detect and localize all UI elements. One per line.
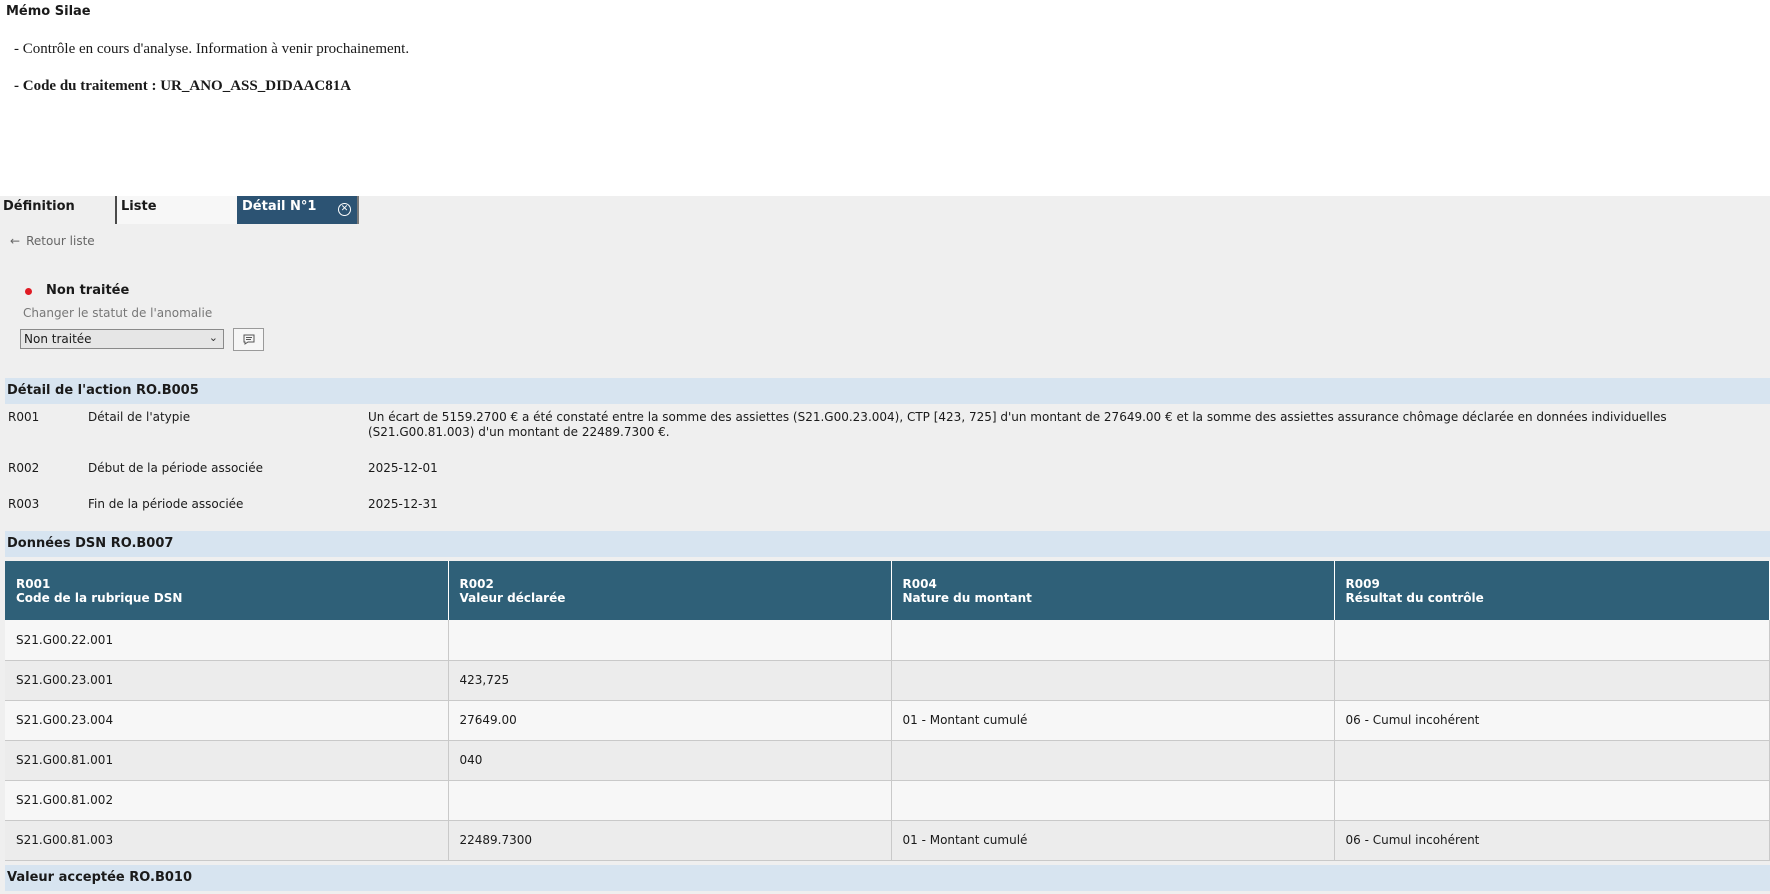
- action-row-value: 2025-12-01: [368, 461, 438, 475]
- dsn-section-title: Données DSN RO.B007: [5, 531, 1770, 557]
- table-row[interactable]: S21.G00.81.002: [5, 780, 1770, 821]
- detail-panel: ← Retour liste Non traitée Changer le sta…: [0, 224, 1770, 894]
- table-row[interactable]: S21.G00.81.003 22489.7300 01 - Montant c…: [5, 820, 1770, 861]
- table-cell: 423,725: [448, 660, 892, 701]
- table-row[interactable]: S21.G00.22.001: [5, 620, 1770, 661]
- table-cell: [891, 780, 1335, 821]
- tab-detail[interactable]: Détail N°1 ✕: [237, 196, 359, 224]
- memo-line-code: - Code du traitement : UR_ANO_ASS_DIDAAC…: [14, 78, 352, 94]
- memo-line-info: - Contrôle en cours d'analyse. Informati…: [14, 41, 410, 57]
- tab-detail-label: Détail N°1: [242, 199, 317, 214]
- table-cell: S21.G00.23.001: [5, 660, 449, 701]
- action-row-label: Fin de la période associée: [88, 497, 244, 511]
- status-current: Non traitée: [46, 283, 130, 298]
- accepted-section-title: Valeur acceptée RO.B010: [5, 865, 1770, 891]
- table-cell: S21.G00.81.003: [5, 820, 449, 861]
- table-cell: 01 - Montant cumulé: [891, 700, 1335, 741]
- action-row-code: R003: [8, 497, 40, 511]
- action-row-label: Début de la période associée: [88, 461, 264, 475]
- column-header-label: Valeur déclarée: [459, 590, 566, 605]
- tab-definition-label: Définition: [3, 199, 75, 214]
- back-to-list-link[interactable]: ← Retour liste: [10, 234, 95, 248]
- back-to-list-label: Retour liste: [26, 234, 95, 248]
- comment-icon: [243, 334, 255, 345]
- comment-button[interactable]: [233, 328, 264, 351]
- table-cell: 22489.7300: [448, 820, 892, 861]
- column-header-code: R002: [459, 576, 494, 591]
- status-select-value: Non traitée: [24, 332, 92, 346]
- table-cell: 01 - Montant cumulé: [891, 820, 1335, 861]
- column-header-label: Résultat du contrôle: [1345, 590, 1484, 605]
- column-header[interactable]: R001 Code de la rubrique DSN: [5, 561, 449, 620]
- table-cell: [1334, 780, 1770, 821]
- tab-liste-label: Liste: [121, 199, 157, 214]
- table-cell: [1334, 660, 1770, 701]
- table-header-row: R001 Code de la rubrique DSN R002 Valeur d…: [5, 561, 1770, 620]
- column-header-code: R001: [16, 576, 51, 591]
- table-cell: [1334, 620, 1770, 661]
- table-row[interactable]: S21.G00.81.001 040: [5, 740, 1770, 781]
- table-cell: S21.G00.22.001: [5, 620, 449, 661]
- arrow-left-icon: ←: [10, 234, 21, 248]
- action-row-value: Un écart de 5159.2700 € a été constaté e…: [368, 410, 1667, 439]
- status-hint: Changer le statut de l'anomalie: [23, 306, 213, 320]
- column-header-label: Code de la rubrique DSN: [16, 590, 183, 605]
- tab-liste[interactable]: Liste: [117, 196, 237, 224]
- status-dot-icon: [25, 288, 32, 295]
- table-cell: 040: [448, 740, 892, 781]
- action-row-value: 2025-12-31: [368, 497, 438, 511]
- dsn-table: R001 Code de la rubrique DSN R002 Valeur d…: [5, 561, 1770, 861]
- tab-bar: Définition Liste Détail N°1 ✕: [0, 196, 1770, 224]
- column-header-code: R009: [1345, 576, 1380, 591]
- table-row[interactable]: S21.G00.23.001 423,725: [5, 660, 1770, 701]
- table-cell: [448, 620, 892, 661]
- column-header-code: R004: [902, 576, 937, 591]
- table-cell: [891, 660, 1335, 701]
- table-cell: 06 - Cumul incohérent: [1334, 700, 1770, 741]
- tab-definition[interactable]: Définition: [0, 196, 117, 224]
- memo-panel: Mémo Silae - Contrôle en cours d'analyse…: [0, 0, 1770, 196]
- column-header[interactable]: R002 Valeur déclarée: [448, 561, 892, 620]
- column-header-label: Nature du montant: [902, 590, 1032, 605]
- table-cell: S21.G00.81.001: [5, 740, 449, 781]
- table-cell: 06 - Cumul incohérent: [1334, 820, 1770, 861]
- action-row-label: Détail de l'atypie: [88, 410, 191, 424]
- table-cell: S21.G00.81.002: [5, 780, 449, 821]
- table-cell: [891, 620, 1335, 661]
- table-cell: [891, 740, 1335, 781]
- memo-title: Mémo Silae: [6, 4, 91, 19]
- chevron-down-icon: ⌄: [208, 331, 218, 344]
- table-cell: [1334, 740, 1770, 781]
- table-row[interactable]: S21.G00.23.004 27649.00 01 - Montant cum…: [5, 700, 1770, 741]
- table-cell: 27649.00: [448, 700, 892, 741]
- status-select[interactable]: Non traitée ⌄: [20, 329, 224, 349]
- column-header[interactable]: R009 Résultat du contrôle: [1334, 561, 1770, 620]
- action-row-code: R002: [8, 461, 40, 475]
- action-row-code: R001: [8, 410, 40, 424]
- close-icon[interactable]: ✕: [338, 203, 351, 216]
- table-cell: [448, 780, 892, 821]
- table-cell: S21.G00.23.004: [5, 700, 449, 741]
- action-section-title: Détail de l'action RO.B005: [5, 378, 1770, 404]
- column-header[interactable]: R004 Nature du montant: [891, 561, 1335, 620]
